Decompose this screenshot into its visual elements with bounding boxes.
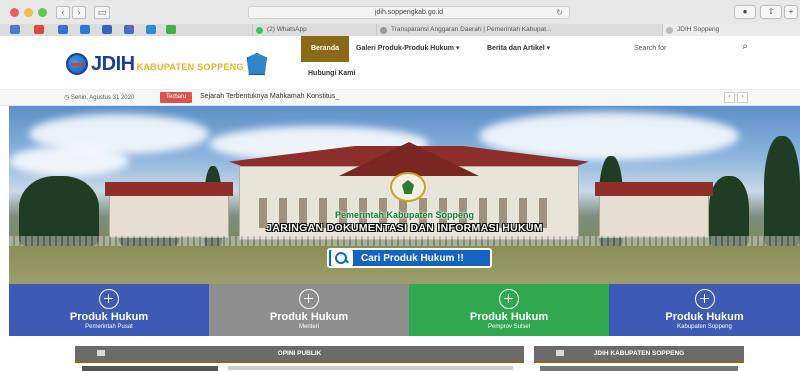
hero-banner: Pemerintah Kabupaten Soppeng JARINGAN DO… — [9, 106, 800, 284]
cloud-shape — [9, 146, 129, 176]
search-input[interactable]: Search for — [634, 45, 666, 52]
ticker-badge: Terbaru — [160, 92, 193, 103]
ticker-headline[interactable]: Sejarah Terbentuknya Mahkamah Konstitus_ — [200, 93, 339, 100]
ticker-controls: ‹ › — [724, 92, 748, 103]
search-box[interactable]: Search for ⌕ — [634, 41, 754, 57]
zoom-window-button[interactable] — [38, 8, 47, 17]
new-tab-icon[interactable]: + — [784, 5, 798, 19]
bookmark-icon[interactable] — [124, 25, 134, 34]
tab-transparansi[interactable]: Transparansi Anggaran Daerah | Pemerinta… — [376, 24, 576, 36]
tab-jdih-soppeng[interactable]: JDIH Soppeng — [662, 24, 800, 36]
forward-arrow-icon[interactable]: › — [72, 6, 86, 19]
hero-title: JARINGAN DOKUMENTASI DAN INFORMASI HUKUM — [266, 222, 543, 234]
tab-bar: (2) WhatsApp Transparansi Anggaran Daera… — [0, 24, 800, 36]
bookmark-icon[interactable] — [102, 25, 112, 34]
logo-subtitle: KABUPATEN SOPPENG — [136, 62, 244, 72]
side-roof — [105, 182, 233, 196]
whatsapp-icon — [256, 27, 263, 34]
hero-subtitle: Pemerintah Kabupaten Soppeng — [334, 210, 475, 220]
chevron-left-icon[interactable]: ‹ — [724, 92, 735, 103]
sidebar-toggle-icon[interactable]: ▭ — [94, 6, 110, 19]
content-panels: OPINI PUBLIK JDIH KABUPATEN SOPPENG — [0, 336, 800, 371]
panel-icon — [556, 350, 564, 356]
close-window-button[interactable] — [10, 8, 19, 17]
jdih-panel-header: JDIH KABUPATEN SOPPENG — [534, 346, 744, 361]
share-icon[interactable]: ⇧ — [760, 5, 782, 19]
category-boxes: Produk Hukum Pemerintah Pusat Produk Huk… — [9, 284, 800, 336]
bookmark-icon[interactable] — [146, 25, 156, 34]
globe-icon — [66, 53, 88, 75]
browser-chrome: ‹ › ▭ jdih.soppengkab.go.id ↻ ● ⇧ + (2) … — [0, 0, 800, 36]
scale-icon — [99, 289, 119, 309]
panel-divider — [534, 361, 744, 363]
bookmark-icon[interactable] — [166, 25, 176, 34]
jdih-panel-image — [540, 366, 738, 371]
tab-whatsapp[interactable]: (2) WhatsApp — [252, 24, 376, 36]
site-header: JDIH KABUPATEN SOPPENG Beranda Galeri Pr… — [0, 36, 800, 90]
search-legal-products-button[interactable]: Cari Produk Hukum !! — [327, 248, 492, 268]
scale-icon — [694, 289, 715, 309]
magnifier-icon — [331, 250, 353, 266]
category-pemerintah-pusat[interactable]: Produk Hukum Pemerintah Pusat — [9, 284, 209, 336]
nav-item-berita[interactable]: Berita dan Artikel ▾ — [487, 36, 550, 62]
address-bar[interactable]: jdih.soppengkab.go.id ↻ — [248, 6, 570, 19]
fence-shape — [9, 236, 800, 246]
news-ticker: ◷ Senin, Agustus 31 2020 Terbaru Sejarah… — [0, 90, 800, 106]
download-icon[interactable]: ● — [734, 5, 756, 19]
docs-icon[interactable] — [58, 25, 68, 34]
gmail-icon[interactable] — [34, 25, 44, 34]
bookmark-icon[interactable] — [10, 25, 20, 34]
scale-icon — [299, 289, 319, 309]
chevron-right-icon[interactable]: › — [737, 92, 748, 103]
cloud-shape — [479, 112, 739, 160]
clock-icon: ◷ — [64, 95, 71, 101]
minimize-window-button[interactable] — [24, 8, 33, 17]
search-icon[interactable]: ⌕ — [742, 41, 748, 52]
nav-item-galeri[interactable]: Galeri Produk-Produk Hukum ▾ — [356, 36, 459, 62]
site-favicon-icon — [666, 27, 673, 34]
logo-text: JDIH — [91, 52, 135, 75]
category-menteri[interactable]: Produk Hukum Menteri — [209, 284, 409, 336]
url-text: jdih.soppengkab.go.id — [374, 9, 444, 16]
site-logo[interactable]: JDIH KABUPATEN SOPPENG — [66, 52, 267, 76]
site-favicon-icon — [380, 27, 387, 34]
ticker-date: ◷ Senin, Agustus 31 2020 — [64, 95, 135, 101]
nav-item-hubungi[interactable]: Hubungi Kami — [308, 70, 355, 77]
reload-icon[interactable]: ↻ — [556, 7, 563, 18]
nav-item-beranda[interactable]: Beranda — [301, 36, 349, 62]
article-text-line — [228, 366, 513, 370]
panel-divider — [75, 361, 524, 363]
browser-toolbar: ‹ › ▭ jdih.soppengkab.go.id ↻ ● ⇧ + — [0, 0, 800, 24]
side-roof — [595, 182, 713, 196]
panel-icon — [97, 350, 105, 356]
back-arrow-icon[interactable]: ‹ — [56, 6, 70, 19]
category-kabupaten-soppeng[interactable]: Produk Hukum Kabupaten Soppeng — [609, 284, 800, 336]
opini-publik-header: OPINI PUBLIK — [75, 346, 524, 361]
crest-icon — [246, 53, 267, 75]
scale-icon — [499, 289, 519, 309]
category-pemprov-sulsel[interactable]: Produk Hukum Pemprov Sulsel — [409, 284, 609, 336]
article-thumbnail[interactable] — [82, 366, 218, 371]
bookmark-icon[interactable] — [80, 25, 90, 34]
emblem-icon — [390, 172, 426, 202]
